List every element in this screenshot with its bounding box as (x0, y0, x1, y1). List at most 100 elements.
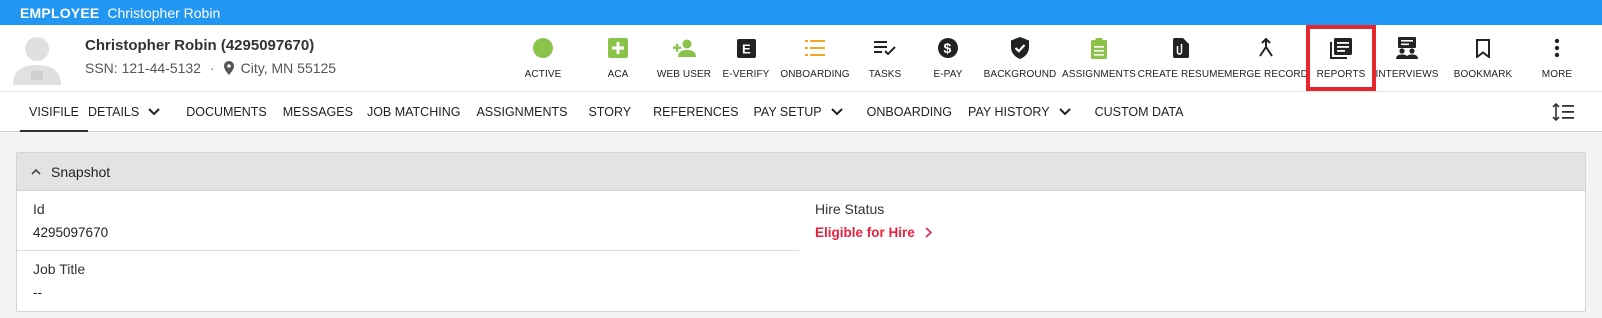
tab-label: CUSTOM DATA (1094, 104, 1184, 119)
shield-check-icon (1011, 36, 1029, 60)
tab-label: PAY HISTORY (968, 104, 1050, 119)
tab-label: DOCUMENTS (186, 104, 267, 119)
add-user-icon (672, 36, 696, 60)
onboarding-list-icon (805, 36, 825, 60)
hire-status-link[interactable]: Eligible for Hire (815, 225, 1565, 240)
background-button[interactable]: BACKGROUND (981, 25, 1059, 91)
action-label: WEB USER (656, 69, 712, 80)
chevron-right-icon (925, 227, 932, 238)
chevron-down-icon (830, 107, 843, 116)
action-label: ACTIVE (524, 69, 562, 80)
field-value: -- (33, 285, 42, 300)
more-button[interactable]: MORE (1528, 25, 1586, 91)
employee-top-bar: EMPLOYEE Christopher Robin (0, 0, 1602, 25)
snapshot-header[interactable]: Snapshot (17, 153, 1585, 191)
line-spacing-toggle[interactable] (1552, 102, 1574, 126)
reports-button[interactable]: REPORTS (1306, 25, 1376, 91)
meta-separator: · (209, 60, 215, 76)
assignments-button[interactable]: ASSIGNMENTS (1059, 25, 1139, 91)
field-label: Id (33, 201, 45, 217)
hire-status-value: Eligible for Hire (815, 225, 915, 240)
dollar-icon: $ (938, 36, 958, 60)
interviews-icon (1396, 36, 1418, 60)
bookmark-icon (1476, 36, 1490, 60)
snapshot-fields: Id 4295097670 Hire Status Eligible for H… (17, 191, 1585, 311)
tasks-icon (874, 36, 896, 60)
employee-title: Christopher Robin (4295097670) (85, 37, 315, 54)
id-field: Id 4295097670 (17, 191, 799, 251)
reports-icon (1330, 36, 1352, 60)
active-status-icon (533, 36, 553, 60)
tab-navigation: VISIFILE DETAILS DOCUMENTS MESSAGES JOB … (0, 91, 1602, 132)
action-label: INTERVIEWS (1375, 69, 1439, 80)
active-button[interactable]: ACTIVE (523, 25, 563, 91)
snapshot-title: Snapshot (51, 163, 111, 180)
onboarding-button[interactable]: ONBOARDING (775, 25, 855, 91)
tab-label: PAY SETUP (753, 104, 822, 119)
top-bar-label: EMPLOYEE (20, 4, 100, 21)
employee-info: Christopher Robin (4295097670) SSN: 121-… (85, 37, 336, 76)
tab-documents[interactable]: DOCUMENTS (186, 92, 267, 131)
interviews-button[interactable]: INTERVIEWS (1375, 25, 1439, 91)
tab-label: STORY (588, 104, 632, 119)
e-pay-button[interactable]: $ E-PAY (915, 25, 981, 91)
chevron-up-icon (31, 168, 41, 175)
location-pin-icon (223, 61, 234, 75)
e-verify-button[interactable]: E E-VERIFY (717, 25, 775, 91)
employee-meta: SSN: 121-44-5132 · City, MN 55125 (85, 60, 336, 76)
field-label: Job Title (33, 261, 86, 277)
tab-messages[interactable]: MESSAGES (283, 92, 353, 131)
tab-label: VISIFILE (29, 104, 80, 119)
avatar[interactable] (10, 33, 64, 85)
web-user-button[interactable]: WEB USER (651, 25, 717, 91)
tab-label: MESSAGES (282, 104, 353, 119)
action-label: E-PAY (933, 69, 963, 80)
bookmark-button[interactable]: BOOKMARK (1438, 25, 1528, 91)
tab-onboarding[interactable]: ONBOARDING (867, 92, 952, 131)
action-label: E-VERIFY (722, 69, 770, 80)
e-verify-icon: E (736, 36, 756, 60)
empty-field (799, 251, 1581, 311)
create-resume-button[interactable]: CREATE RESUME (1137, 25, 1225, 91)
action-label: REPORTS (1316, 69, 1366, 80)
tasks-button[interactable]: TASKS (855, 25, 915, 91)
employee-ssn: SSN: 121-44-5132 (85, 60, 201, 76)
top-bar-employee-name: Christopher Robin (107, 4, 221, 21)
tab-label: ASSIGNMENTS (476, 104, 568, 119)
merge-icon (1258, 36, 1274, 60)
main-content: Snapshot Id 4295097670 Hire Status Eligi… (0, 132, 1602, 312)
tab-pay-setup[interactable]: PAY SETUP (754, 92, 843, 131)
aca-button[interactable]: ACA (585, 25, 651, 91)
tab-label: DETAILS (88, 104, 140, 119)
tab-label: REFERENCES (653, 104, 739, 119)
action-label: BACKGROUND (983, 69, 1057, 80)
employee-location: City, MN 55125 (240, 60, 337, 76)
clipboard-icon (1091, 36, 1107, 60)
chevron-down-icon (1058, 107, 1071, 116)
tab-label: ONBOARDING (866, 104, 953, 119)
action-label: ASSIGNMENTS (1062, 69, 1136, 80)
tab-pay-history[interactable]: PAY HISTORY (968, 92, 1071, 131)
chevron-down-icon (148, 107, 160, 116)
tab-job-matching[interactable]: JOB MATCHING (367, 92, 461, 131)
action-label: ACA (607, 69, 629, 80)
action-label: CREATE RESUME (1137, 69, 1225, 80)
tab-details[interactable]: DETAILS (88, 92, 160, 131)
field-label: Hire Status (815, 201, 885, 217)
tab-assignments[interactable]: ASSIGNMENTS (476, 92, 567, 131)
more-vertical-icon (1554, 36, 1560, 60)
aca-plus-icon (608, 36, 628, 60)
svg-text:E: E (742, 41, 751, 56)
employee-header: Christopher Robin (4295097670) SSN: 121-… (0, 25, 1602, 91)
action-label: MERGE RECORD (1224, 69, 1308, 80)
tab-label: JOB MATCHING (366, 104, 461, 119)
tab-visifile[interactable]: VISIFILE (20, 92, 89, 132)
tab-custom-data[interactable]: CUSTOM DATA (1095, 92, 1184, 131)
merge-record-button[interactable]: MERGE RECORD (1223, 25, 1309, 91)
svg-text:$: $ (944, 40, 952, 56)
tab-references[interactable]: REFERENCES (653, 92, 738, 131)
action-label: BOOKMARK (1453, 69, 1513, 80)
action-label: TASKS (868, 69, 902, 80)
tab-story[interactable]: STORY (588, 92, 631, 131)
attachment-doc-icon (1173, 36, 1189, 60)
